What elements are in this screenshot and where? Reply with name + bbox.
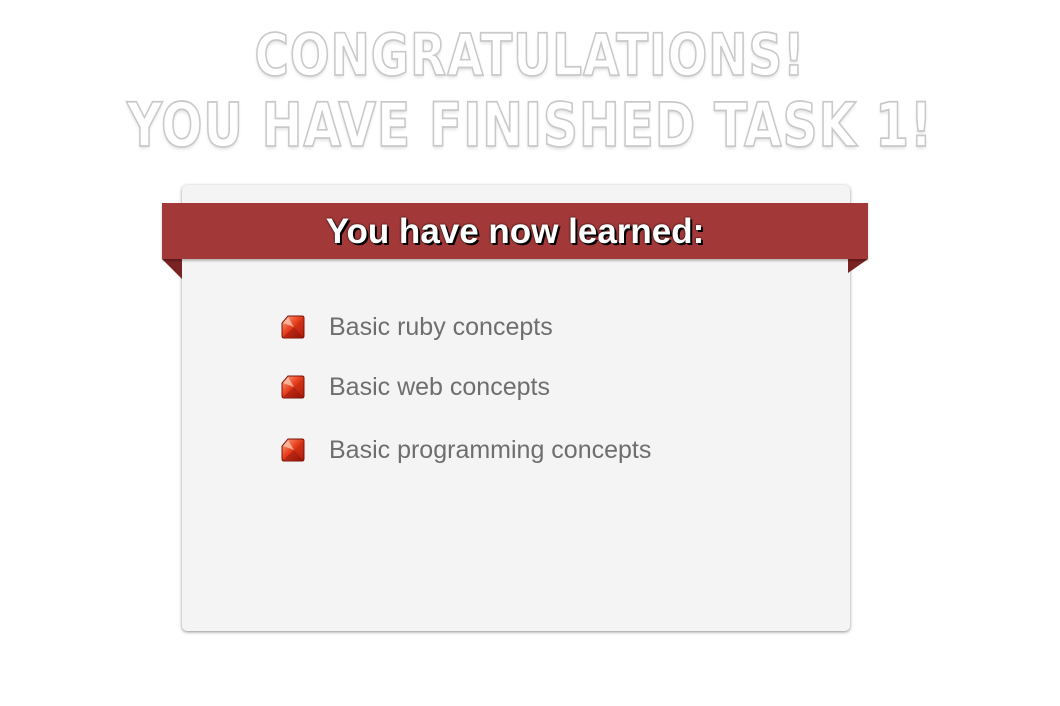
ruby-gem-icon [280, 314, 306, 340]
ribbon-banner: You have now learned: [162, 203, 868, 259]
ruby-gem-icon [280, 437, 306, 463]
ribbon-title: You have now learned: [325, 212, 705, 251]
ribbon-fold-left [162, 259, 182, 279]
learned-list: Basic ruby concepts Basic web concepts B… [280, 312, 651, 465]
completion-screen: CONGRATULATIONS! YOU HAVE FINISHED TASK … [0, 0, 1060, 706]
task-finished-heading: YOU HAVE FINISHED TASK 1! [126, 89, 934, 161]
list-item: Basic ruby concepts [280, 312, 651, 342]
list-item-label: Basic programming concepts [329, 435, 652, 464]
ribbon-fold-right [848, 259, 868, 273]
list-item-label: Basic web concepts [329, 372, 550, 401]
list-item: Basic web concepts [280, 372, 651, 402]
ruby-gem-icon [280, 374, 306, 400]
list-item-label: Basic ruby concepts [329, 312, 553, 341]
congratulations-heading: CONGRATULATIONS! [254, 22, 806, 91]
list-item: Basic programming concepts [280, 435, 651, 465]
